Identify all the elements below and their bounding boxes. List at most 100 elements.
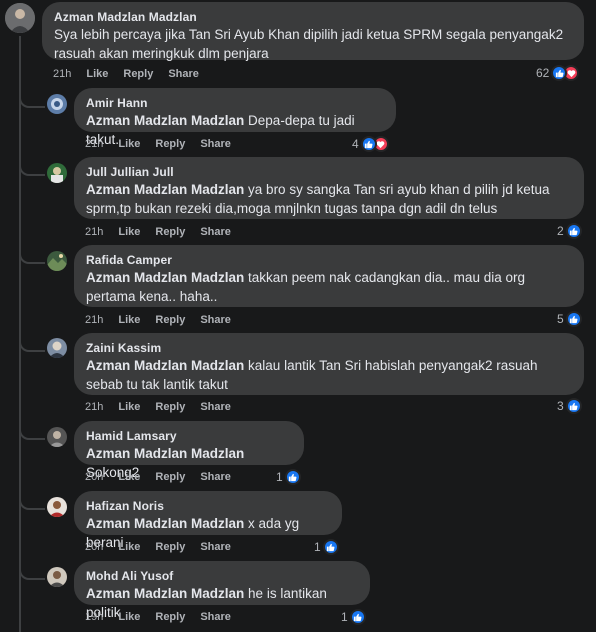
avatar[interactable] (47, 94, 67, 114)
comment-timestamp[interactable]: 21h (85, 401, 103, 413)
reaction-summary[interactable]: 1 (314, 539, 339, 555)
like-icon (284, 469, 301, 485)
comment-timestamp[interactable]: 20h (85, 541, 103, 553)
thread-branch (19, 250, 45, 264)
comment-actions: 20h Like Reply Share (85, 471, 246, 483)
avatar[interactable] (47, 427, 67, 447)
reply-button[interactable]: Reply (155, 541, 185, 553)
avatar[interactable] (47, 497, 67, 517)
thread-branch (19, 338, 45, 352)
reaction-count: 2 (557, 224, 564, 238)
reaction-summary[interactable]: 5 (557, 311, 582, 327)
avatar[interactable] (47, 163, 67, 183)
comment-author[interactable]: Hafizan Noris (86, 498, 330, 514)
comment-author[interactable]: Hamid Lamsary (86, 428, 292, 444)
reaction-summary[interactable]: 2 (557, 223, 582, 239)
like-icon (360, 136, 377, 152)
reply-button[interactable]: Reply (155, 471, 185, 483)
like-button[interactable]: Like (118, 541, 140, 553)
share-button[interactable]: Share (200, 138, 231, 150)
share-button[interactable]: Share (200, 314, 231, 326)
thread-branch (19, 566, 45, 580)
share-button[interactable]: Share (168, 68, 199, 80)
reply-button[interactable]: Reply (123, 68, 153, 80)
comment-bubble: Hafizan Noris Azman Madzlan Madzlan x ad… (74, 491, 342, 550)
mention-link[interactable]: Azman Madzlan Madzlan (86, 586, 244, 601)
like-icon (565, 223, 582, 239)
thread-line (19, 36, 21, 632)
comment-timestamp[interactable]: 21h (53, 68, 71, 80)
reaction-summary[interactable]: 3 (557, 398, 582, 414)
share-button[interactable]: Share (200, 471, 231, 483)
reply-button[interactable]: Reply (155, 138, 185, 150)
mention-link[interactable]: Azman Madzlan Madzlan (86, 516, 244, 531)
reaction-count: 4 (352, 137, 359, 151)
comment-timestamp[interactable]: 20h (85, 471, 103, 483)
comment-author[interactable]: Amir Hann (86, 95, 384, 111)
comment-bubble: Mohd Ali Yusof Azman Madzlan Madzlan he … (74, 561, 370, 620)
mention-link[interactable]: Azman Madzlan Madzlan (86, 446, 244, 461)
mention-link[interactable]: Azman Madzlan Madzlan (86, 182, 244, 197)
mention-link[interactable]: Azman Madzlan Madzlan (86, 113, 244, 128)
comment-timestamp[interactable]: 21h (85, 138, 103, 150)
comment-text: Azman Madzlan Madzlan ya bro sy sangka T… (86, 182, 550, 216)
reaction-count: 1 (314, 540, 321, 554)
comment-author[interactable]: Azman Madzlan Madzlan (54, 9, 572, 25)
comment-actions: 19h Like Reply Share (85, 611, 246, 623)
avatar[interactable] (47, 251, 67, 271)
comment-bubble: Hamid Lamsary Azman Madzlan Madzlan Soko… (74, 421, 304, 480)
comment-author[interactable]: Jull Jullian Jull (86, 164, 572, 180)
thread-branch (19, 426, 45, 440)
avatar[interactable] (47, 338, 67, 358)
comment-author[interactable]: Zaini Kassim (86, 340, 572, 356)
reaction-summary[interactable]: 1 (276, 469, 301, 485)
comment-bubble: Rafida Camper Azman Madzlan Madzlan takk… (74, 245, 584, 307)
reaction-summary[interactable]: 62 (536, 65, 580, 81)
like-icon (322, 539, 339, 555)
comment-author[interactable]: Mohd Ali Yusof (86, 568, 358, 584)
comment-actions: 21h Like Reply Share (85, 401, 246, 413)
reply-button[interactable]: Reply (155, 611, 185, 623)
comment-bubble: Jull Jullian Jull Azman Madzlan Madzlan … (74, 157, 584, 219)
like-button[interactable]: Like (118, 611, 140, 623)
reply-button[interactable]: Reply (155, 314, 185, 326)
reaction-summary[interactable]: 4 (352, 136, 389, 152)
reaction-count: 5 (557, 312, 564, 326)
share-button[interactable]: Share (200, 611, 231, 623)
comment-bubble: Zaini Kassim Azman Madzlan Madzlan kalau… (74, 333, 584, 395)
like-icon (565, 398, 582, 414)
reaction-summary[interactable]: 1 (341, 609, 366, 625)
like-button[interactable]: Like (118, 314, 140, 326)
comment-timestamp[interactable]: 21h (85, 314, 103, 326)
share-button[interactable]: Share (200, 541, 231, 553)
mention-link[interactable]: Azman Madzlan Madzlan (86, 358, 244, 373)
comment-author[interactable]: Rafida Camper (86, 252, 572, 268)
comment-bubble: Azman Madzlan Madzlan Sya lebih percaya … (42, 2, 584, 61)
reply-button[interactable]: Reply (155, 401, 185, 413)
reply-button[interactable]: Reply (155, 226, 185, 238)
comment-actions: 21h Like Reply Share (85, 314, 246, 326)
share-button[interactable]: Share (200, 401, 231, 413)
like-button[interactable]: Like (86, 68, 108, 80)
comment-actions: 21h Like Reply Share (53, 68, 214, 80)
comment-timestamp[interactable]: 19h (85, 611, 103, 623)
avatar[interactable] (47, 567, 67, 587)
like-button[interactable]: Like (118, 471, 140, 483)
avatar[interactable] (5, 3, 35, 33)
like-button[interactable]: Like (118, 226, 140, 238)
reaction-count: 62 (536, 66, 550, 80)
like-button[interactable]: Like (118, 138, 140, 150)
thread-branch (19, 94, 45, 108)
mention-link[interactable]: Azman Madzlan Madzlan (86, 270, 244, 285)
reaction-count: 3 (557, 399, 564, 413)
comment-text: Azman Madzlan Madzlan kalau lantik Tan S… (86, 358, 538, 392)
reaction-count: 1 (276, 470, 283, 484)
like-icon (565, 311, 582, 327)
share-button[interactable]: Share (200, 226, 231, 238)
reaction-count: 1 (341, 610, 348, 624)
comment-timestamp[interactable]: 21h (85, 226, 103, 238)
comment-text: Azman Madzlan Madzlan takkan peem nak ca… (86, 270, 525, 304)
like-icon (349, 609, 366, 625)
like-button[interactable]: Like (118, 401, 140, 413)
thread-branch (19, 162, 45, 176)
